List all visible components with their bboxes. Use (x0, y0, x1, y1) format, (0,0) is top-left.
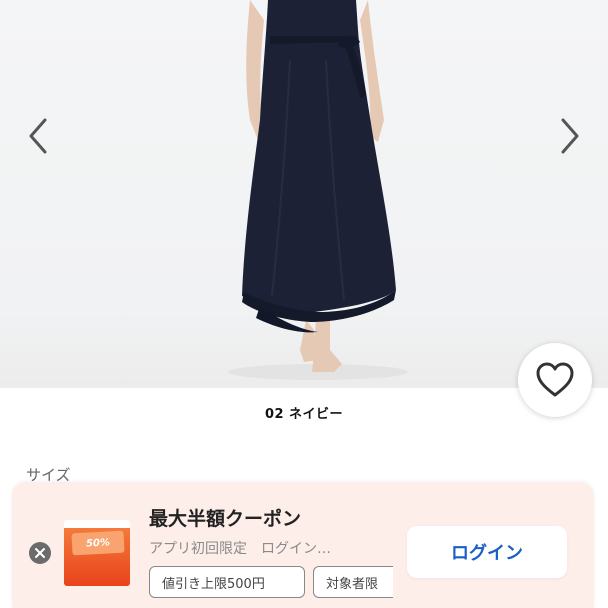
coupon-title: 最大半額クーポン (149, 508, 302, 530)
prev-image-button[interactable] (20, 118, 56, 154)
chevron-right-icon (561, 118, 579, 154)
next-image-button[interactable] (552, 118, 588, 154)
coupon-banner: 50% 最大半額クーポン アプリ初回限定 ログイン… 値引き上限500円 対象者… (12, 482, 594, 608)
color-name: 02 ネイビー (264, 407, 344, 422)
chevron-left-icon (29, 118, 47, 154)
close-icon (35, 548, 45, 558)
product-photo (0, 0, 608, 388)
coupon-subtitle: アプリ初回限定 ログイン… (149, 541, 331, 557)
model-image (228, 0, 408, 380)
login-button[interactable]: ログイン (407, 526, 567, 578)
coupon-image: 50% (64, 520, 130, 586)
coupon-condition-chip: 対象者限 (313, 566, 393, 598)
coupon-badge: 50% (71, 530, 125, 556)
close-banner-button[interactable] (29, 542, 51, 564)
heart-icon (536, 362, 574, 397)
coupon-condition-chip: 値引き上限500円 (149, 566, 305, 598)
